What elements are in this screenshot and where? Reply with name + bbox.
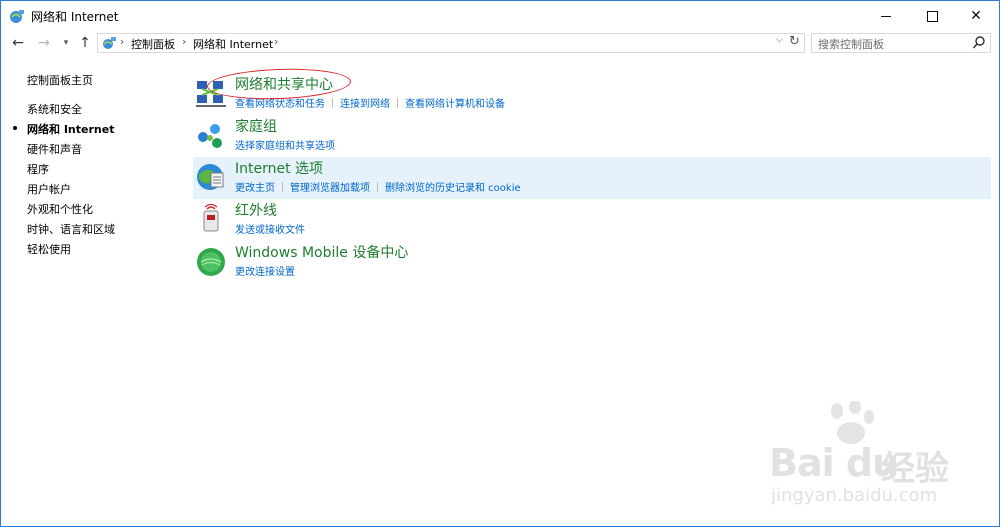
search-input[interactable]: 搜索控制面板 bbox=[811, 33, 991, 53]
link-separator bbox=[377, 182, 378, 192]
window-title: 网络和 Internet bbox=[31, 10, 119, 24]
forward-button[interactable]: → bbox=[35, 33, 53, 53]
link-manage-addons[interactable]: 管理浏览器加载项 bbox=[290, 183, 370, 194]
windows-mobile-icon bbox=[197, 248, 225, 276]
watermark-url: jingyan.baidu.com bbox=[771, 485, 938, 506]
category-internet-options: Internet 选项 更改主页 管理浏览器加载项 删除浏览的历史记录和 cooki… bbox=[193, 157, 991, 199]
close-button[interactable]: ✕ bbox=[953, 1, 999, 31]
watermark-brand-cn: 经验 bbox=[881, 449, 949, 489]
windows-mobile-title[interactable]: Windows Mobile 设备中心 bbox=[235, 242, 408, 262]
category-infrared: 红外线 发送或接收文件 bbox=[193, 199, 991, 241]
forward-arrow-icon: → bbox=[38, 35, 50, 51]
category-windows-mobile: Windows Mobile 设备中心 更改连接设置 bbox=[193, 241, 991, 283]
minimize-button[interactable] bbox=[863, 1, 909, 31]
internet-options-icon bbox=[197, 164, 224, 190]
link-view-network-status[interactable]: 查看网络状态和任务 bbox=[235, 99, 325, 110]
paw-logo-icon bbox=[831, 401, 874, 444]
sidebar-item-user-accounts[interactable]: 用户帐户 bbox=[27, 181, 71, 197]
link-change-homepage[interactable]: 更改主页 bbox=[235, 183, 275, 194]
link-send-receive-files[interactable]: 发送或接收文件 bbox=[235, 225, 305, 236]
breadcrumb-network-internet[interactable]: 网络和 Internet bbox=[193, 36, 273, 52]
up-button[interactable]: ↑ bbox=[77, 33, 93, 53]
link-view-network-computers[interactable]: 查看网络计算机和设备 bbox=[405, 99, 505, 110]
chevron-down-icon: ▾ bbox=[63, 38, 69, 48]
breadcrumb-separator-icon: › bbox=[120, 35, 125, 48]
breadcrumb-separator-icon: › bbox=[274, 35, 279, 48]
refresh-icon[interactable]: ↻ bbox=[789, 34, 800, 49]
sidebar-item-control-panel-home[interactable]: 控制面板主页 bbox=[27, 72, 93, 88]
sidebar-item-hardware-sound[interactable]: 硬件和声音 bbox=[27, 141, 82, 157]
address-bar[interactable]: › 控制面板 › 网络和 Internet › ⌵ ↻ bbox=[97, 33, 805, 53]
minimize-icon bbox=[881, 15, 891, 17]
link-connect-network[interactable]: 连接到网络 bbox=[340, 99, 390, 110]
infrared-title[interactable]: 红外线 bbox=[235, 200, 277, 220]
category-homegroup: 家庭组 选择家庭组和共享选项 bbox=[193, 115, 991, 157]
sidebar-item-ease-of-access[interactable]: 轻松使用 bbox=[27, 241, 71, 257]
control-panel-window: 网络和 Internet ✕ ← → ▾ ↑ › 控制面板 › 网络和 Inte… bbox=[0, 0, 1000, 527]
internet-options-title[interactable]: Internet 选项 bbox=[235, 158, 323, 178]
sidebar-item-clock-language-region[interactable]: 时钟、语言和区域 bbox=[27, 221, 115, 237]
link-delete-history-cookies[interactable]: 删除浏览的历史记录和 cookie bbox=[385, 183, 521, 194]
link-change-connection-settings[interactable]: 更改连接设置 bbox=[235, 267, 295, 278]
active-bullet-icon bbox=[13, 126, 17, 130]
maximize-button[interactable] bbox=[909, 1, 955, 31]
address-dropdown-icon[interactable]: ⌵ bbox=[776, 35, 783, 45]
control-panel-icon bbox=[103, 37, 116, 49]
sidebar-item-network-internet[interactable]: 网络和 Internet bbox=[27, 121, 114, 137]
infrared-links: 发送或接收文件 bbox=[235, 221, 305, 236]
homegroup-icon bbox=[198, 124, 222, 148]
homegroup-title[interactable]: 家庭组 bbox=[235, 116, 277, 136]
search-icon[interactable] bbox=[972, 35, 986, 51]
link-homegroup-sharing-options[interactable]: 选择家庭组和共享选项 bbox=[235, 141, 335, 152]
baidu-watermark: Bai du 经验 jingyan.baidu.com bbox=[761, 401, 981, 511]
windows-mobile-links: 更改连接设置 bbox=[235, 263, 295, 278]
watermark-brand: Bai du bbox=[769, 441, 899, 485]
link-separator bbox=[282, 182, 283, 192]
infrared-icon bbox=[203, 203, 219, 232]
recent-locations-button[interactable]: ▾ bbox=[59, 33, 73, 53]
back-arrow-icon: ← bbox=[12, 35, 24, 51]
up-arrow-icon: ↑ bbox=[79, 35, 91, 51]
internet-options-links: 更改主页 管理浏览器加载项 删除浏览的历史记录和 cookie bbox=[235, 179, 521, 194]
network-app-icon bbox=[10, 10, 24, 23]
sidebar-item-system-security[interactable]: 系统和安全 bbox=[27, 101, 82, 117]
close-icon: ✕ bbox=[970, 8, 982, 24]
back-button[interactable]: ← bbox=[9, 33, 27, 53]
sidebar-item-programs[interactable]: 程序 bbox=[27, 161, 49, 177]
maximize-icon bbox=[926, 10, 938, 22]
sidebar-item-appearance[interactable]: 外观和个性化 bbox=[27, 201, 93, 217]
link-separator bbox=[397, 98, 398, 108]
breadcrumb-control-panel[interactable]: 控制面板 bbox=[131, 36, 175, 52]
title-bar: 网络和 Internet ✕ bbox=[1, 1, 999, 31]
breadcrumb-separator-icon: › bbox=[182, 35, 187, 48]
homegroup-links: 选择家庭组和共享选项 bbox=[235, 137, 335, 152]
address-bar-row: ← → ▾ ↑ › 控制面板 › 网络和 Internet › ⌵ ↻ 搜索控制… bbox=[1, 31, 999, 55]
link-separator bbox=[332, 98, 333, 108]
search-placeholder: 搜索控制面板 bbox=[818, 38, 884, 51]
